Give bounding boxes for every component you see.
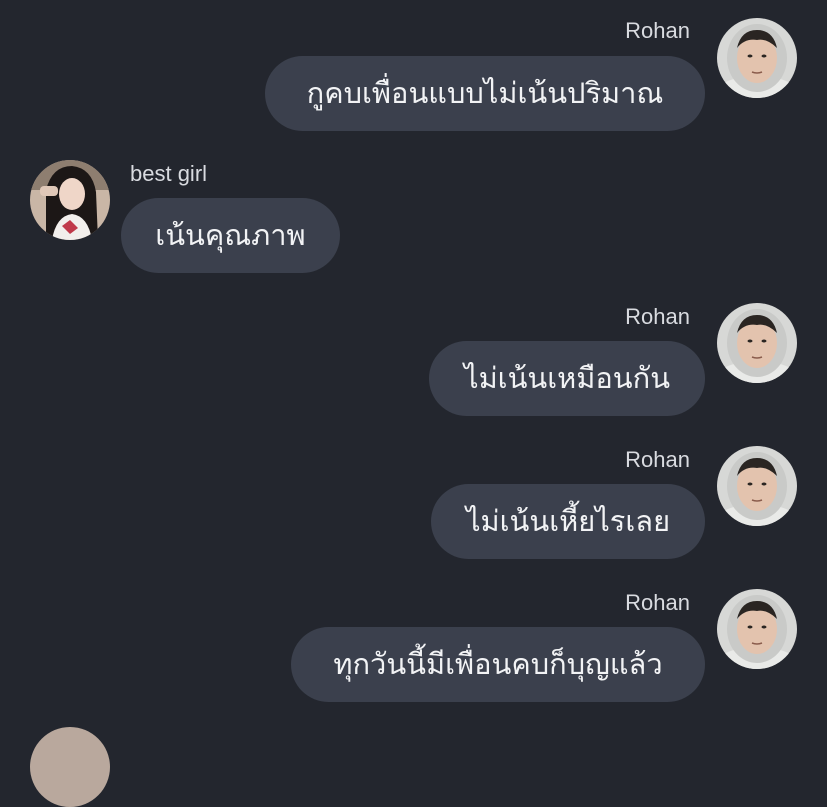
message-bubble[interactable]: กูคบเพื่อนแบบไม่เน้นปริมาณ (265, 56, 705, 131)
avatar-best-girl[interactable] (30, 160, 110, 240)
message-outgoing: Rohan กูคบเพื่อนแบบไม่เน้นปริมาณ (0, 16, 827, 136)
sender-name: Rohan (625, 447, 690, 472)
avatar-rohan[interactable] (717, 589, 797, 669)
message-outgoing: Rohan ไม่เน้นเหี้ยไรเลย (0, 445, 827, 565)
chat-thread: Rohan กูคบเพื่อนแบบไม่เน้นปริมาณ best gi… (0, 0, 827, 807)
sender-name: best girl (130, 161, 208, 186)
avatar-rohan[interactable] (717, 446, 797, 526)
avatar-rohan[interactable] (717, 303, 797, 383)
message-outgoing: Rohan ทุกวันนี้มีเพื่อนคบก็บุญแล้ว (0, 588, 827, 708)
sender-name: Rohan (625, 590, 690, 615)
message-outgoing: Rohan ไม่เน้นเหมือนกัน (0, 302, 827, 422)
message-bubble[interactable]: ไม่เน้นเหมือนกัน (429, 341, 705, 416)
sender-name: Rohan (625, 18, 690, 43)
avatar-partial (30, 727, 110, 807)
message-bubble[interactable]: ไม่เน้นเหี้ยไรเลย (431, 484, 705, 559)
message-bubble[interactable]: ทุกวันนี้มีเพื่อนคบก็บุญแล้ว (291, 627, 705, 702)
message-incoming: best girl เน้นคุณภาพ (0, 158, 827, 278)
avatar-rohan[interactable] (717, 18, 797, 98)
sender-name: Rohan (625, 304, 690, 329)
message-bubble[interactable]: เน้นคุณภาพ (121, 198, 340, 273)
